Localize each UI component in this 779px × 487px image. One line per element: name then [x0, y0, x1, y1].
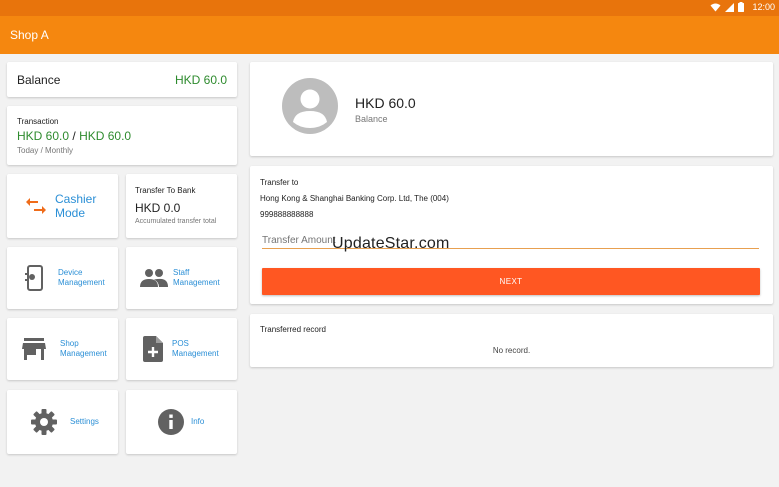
no-record-text: No record. [492, 346, 531, 355]
add-document-icon [143, 336, 163, 362]
transferred-record-card: Transferred record No record. [250, 314, 773, 367]
transaction-label: Transaction [17, 117, 59, 126]
info-button[interactable]: Info [126, 390, 237, 454]
profile-balance-amount: HKD 60.0 [355, 95, 416, 111]
transaction-amounts: HKD 60.0 / HKD 60.0 [17, 129, 131, 143]
device-management-label: Device Management [58, 268, 105, 288]
shop-management-label: Shop Management [60, 339, 107, 359]
transaction-caption: Today / Monthly [17, 146, 74, 155]
battery-icon [738, 2, 745, 12]
next-button-label: NEXT [499, 277, 523, 286]
today-amount: HKD 60.0 [17, 129, 70, 143]
signal-icon [725, 2, 735, 12]
status-bar: 12:00 [0, 0, 779, 16]
settings-label: Settings [70, 417, 99, 426]
store-icon [22, 338, 46, 360]
settings-button[interactable]: Settings [7, 390, 118, 454]
pos-label-line1: POS [172, 339, 189, 348]
info-label: Info [191, 417, 205, 426]
bank-account-number: 999888888888 [260, 210, 314, 219]
balance-card[interactable]: Balance HKD 60.0 [7, 62, 237, 97]
next-button[interactable]: NEXT [262, 268, 760, 295]
shop-label-line2: Management [60, 349, 107, 358]
transfer-bank-caption: Accumulated transfer total [135, 218, 217, 225]
pos-label-line2: Management [172, 349, 219, 358]
staff-label-line2: Management [173, 278, 220, 287]
shop-title: Shop A [10, 28, 49, 42]
profile-balance-caption: Balance [355, 114, 388, 124]
transferred-record-title: Transferred record [260, 325, 326, 334]
monthly-amount: HKD 60.0 [79, 129, 132, 143]
balance-label: Balance [17, 73, 61, 87]
staff-label-line1: Staff [173, 268, 190, 277]
amount-separator: / [72, 129, 76, 143]
device-management-button[interactable]: Device Management [7, 247, 118, 309]
gear-icon [31, 409, 57, 435]
people-icon [140, 269, 168, 287]
staff-management-label: Staff Management [173, 268, 220, 288]
wifi-icon [710, 3, 721, 11]
transfer-to-bank-card[interactable]: Transfer To Bank HKD 0.0 Accumulated tra… [126, 174, 237, 238]
app-bar: Shop A [0, 16, 779, 54]
bank-name: Hong Kong & Shanghai Banking Corp. Ltd, … [260, 194, 449, 203]
status-icons: 12:00 [710, 2, 775, 12]
transfer-bank-label: Transfer To Bank [135, 186, 196, 195]
cashier-mode-label: Cashier Mode [55, 192, 96, 220]
info-icon [158, 409, 184, 435]
cashier-mode-button[interactable]: Cashier Mode [7, 174, 118, 238]
device-label-line2: Management [58, 278, 105, 287]
staff-management-button[interactable]: Staff Management [126, 247, 237, 309]
pos-management-button[interactable]: POS Management [126, 318, 237, 380]
shop-label-line1: Shop [60, 339, 79, 348]
watermark-text: UpdateStar.com [332, 235, 450, 252]
device-label-line1: Device [58, 268, 83, 277]
transfer-card: Transfer to Hong Kong & Shanghai Banking… [250, 166, 773, 304]
cashier-label-line1: Cashier [55, 192, 97, 206]
transfer-to-label: Transfer to [260, 178, 299, 187]
shop-management-button[interactable]: Shop Management [7, 318, 118, 380]
balance-amount: HKD 60.0 [174, 73, 227, 87]
profile-card: HKD 60.0 Balance [250, 62, 773, 156]
device-phone-icon [25, 265, 43, 291]
cashier-label-line2: Mode [55, 206, 86, 220]
swap-arrows-icon [26, 198, 46, 214]
transfer-bank-amount: HKD 0.0 [135, 201, 181, 215]
status-time: 12:00 [752, 2, 775, 12]
transaction-card[interactable]: Transaction HKD 60.0 / HKD 60.0 Today / … [7, 106, 237, 165]
avatar-icon [282, 78, 338, 134]
pos-management-label: POS Management [172, 339, 219, 359]
